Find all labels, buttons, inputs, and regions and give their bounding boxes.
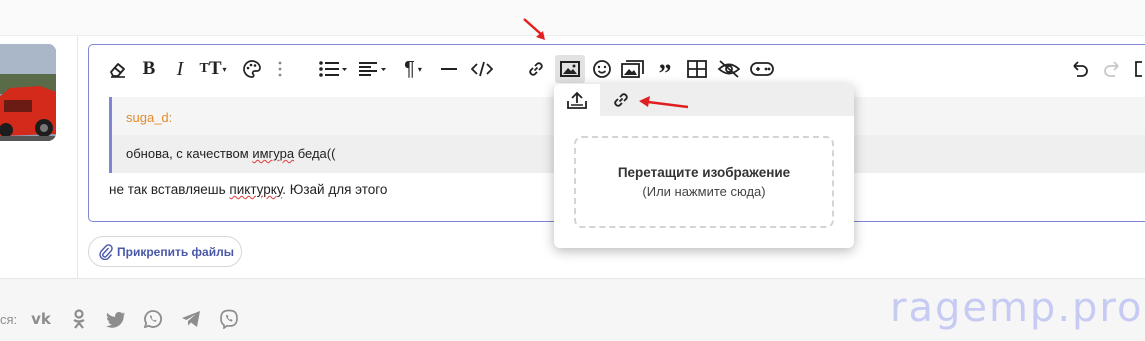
share-label: ся:	[0, 312, 18, 327]
tab-link[interactable]	[606, 84, 636, 116]
horizontal-line-icon[interactable]	[439, 57, 459, 81]
link-icon	[614, 93, 628, 107]
upload-icon	[567, 91, 587, 109]
image-insert-popup: Перетащите изображение (Или нажмите сюда…	[554, 84, 854, 248]
italic-icon[interactable]: I	[170, 57, 190, 81]
media-icon[interactable]	[620, 57, 646, 81]
drop-title: Перетащите изображение	[617, 165, 791, 180]
gamepad-icon[interactable]	[749, 57, 775, 81]
align-icon[interactable]	[357, 57, 389, 81]
popup-tabs	[554, 84, 854, 116]
redo-icon[interactable]	[1101, 57, 1123, 81]
forum-reply-screen: B I T T ▾ ¶ ▾ ” suga_d: обнова, с качест…	[0, 0, 1145, 341]
top-band	[0, 0, 1145, 36]
quote-text: обнова, с качеством имгура беда((	[126, 146, 336, 161]
undo-icon[interactable]	[1069, 57, 1091, 81]
viber-icon[interactable]	[218, 308, 240, 330]
avatar[interactable]	[0, 44, 56, 141]
vk-icon[interactable]: vk	[30, 308, 52, 330]
share-footer: ся: vk ragemp.pro	[0, 278, 1145, 341]
attach-files-label: Прикрепить файлы	[117, 244, 234, 259]
tab-upload[interactable]	[554, 84, 600, 116]
misspelled-word: имгура	[252, 146, 295, 161]
fullscreen-icon[interactable]	[1133, 57, 1145, 81]
eraser-icon[interactable]	[107, 57, 129, 81]
image-icon[interactable]	[555, 55, 585, 83]
smile-icon[interactable]	[591, 57, 613, 81]
reply-text: не так вставляешь пиктурку. Юзай для это…	[109, 182, 388, 197]
drop-subtitle: (Или нажмите сюда)	[642, 184, 766, 199]
font-size-icon[interactable]: T T ▾	[196, 57, 230, 81]
quote-author[interactable]: suga_d:	[126, 110, 172, 125]
telegram-icon[interactable]	[180, 308, 202, 330]
code-icon[interactable]	[470, 57, 494, 81]
table-icon[interactable]	[686, 57, 708, 81]
misspelled-word: пиктурку	[229, 182, 283, 197]
annotation-arrow-image	[523, 18, 545, 40]
link-icon[interactable]	[525, 57, 547, 81]
annotation-arrow-link	[639, 96, 689, 109]
list-icon[interactable]	[317, 57, 349, 81]
image-drop-zone[interactable]: Перетащите изображение (Или нажмите сюда…	[574, 136, 834, 228]
watermark: ragemp.pro	[890, 285, 1144, 331]
twitter-icon[interactable]	[105, 308, 127, 330]
author-column	[0, 36, 78, 278]
palette-icon[interactable]	[241, 57, 263, 81]
odnoklassniki-icon[interactable]	[68, 308, 90, 330]
quote-icon[interactable]: ”	[653, 57, 677, 87]
whatsapp-icon[interactable]	[142, 308, 164, 330]
paragraph-icon[interactable]: ¶ ▾	[398, 57, 428, 81]
paperclip-icon	[99, 243, 113, 260]
more-vertical-icon[interactable]	[273, 57, 287, 81]
spoiler-icon[interactable]	[716, 57, 742, 81]
attach-files-button[interactable]: Прикрепить файлы	[88, 236, 242, 267]
bold-icon[interactable]: B	[139, 57, 159, 81]
